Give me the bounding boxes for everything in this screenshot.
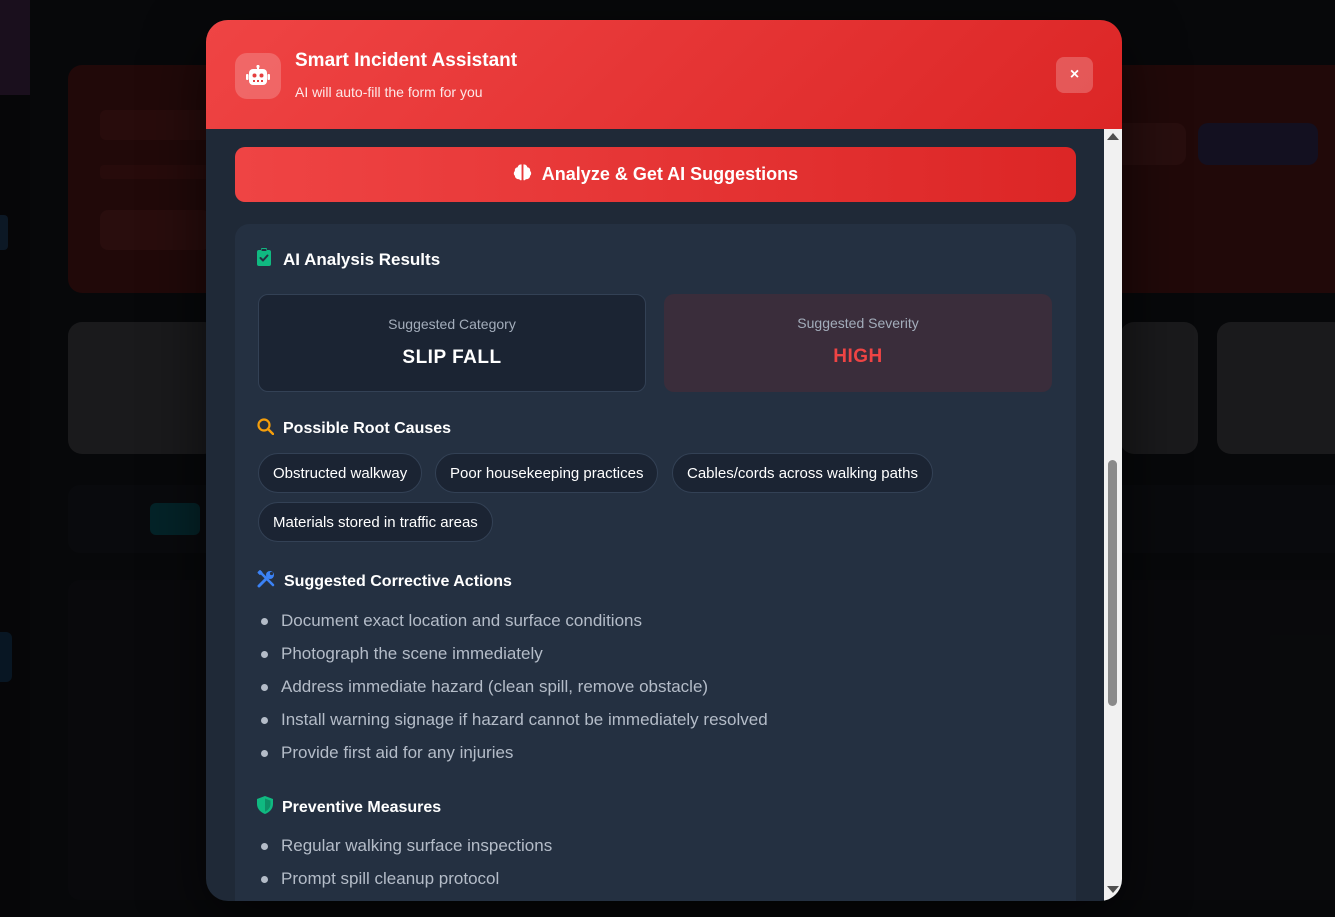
modal-subtitle: AI will auto-fill the form for you: [295, 84, 483, 100]
analyze-button-label: Analyze & Get AI Suggestions: [541, 164, 799, 184]
list-item: Prompt spill cleanup protocol: [258, 868, 552, 901]
close-button[interactable]: ×: [1056, 57, 1093, 93]
root-cause-chip: Materials stored in traffic areas: [258, 502, 493, 542]
corrective-actions-list: Document exact location and surface cond…: [258, 610, 768, 775]
tools-icon: [257, 570, 275, 593]
preventive-measures-title: Preventive Measures: [282, 798, 442, 816]
smart-incident-assistant-modal: Smart Incident Assistant AI will auto-fi…: [206, 20, 1122, 901]
scroll-up-arrow-icon[interactable]: [1107, 133, 1119, 140]
results-title: AI Analysis Results: [283, 249, 441, 269]
ai-analysis-results: AI Analysis Results Suggested Category S…: [235, 224, 1076, 901]
root-causes-title: Possible Root Causes: [283, 420, 452, 437]
modal-scrollbar[interactable]: [1104, 129, 1122, 901]
list-item: Photograph the scene immediately: [258, 643, 768, 676]
scrollbar-thumb[interactable]: [1108, 460, 1117, 706]
close-icon: ×: [1069, 66, 1080, 83]
list-item: Provide first aid for any injuries: [258, 742, 768, 775]
scroll-down-arrow-icon[interactable]: [1107, 886, 1119, 893]
corrective-actions-title: Suggested Corrective Actions: [284, 572, 512, 590]
corrective-actions-heading: Suggested Corrective Actions: [257, 570, 512, 593]
suggested-category-value: SLIP FALL: [402, 347, 502, 368]
suggested-severity-label: Suggested Severity: [797, 315, 919, 331]
suggested-severity-card: Suggested Severity HIGH: [664, 294, 1052, 392]
preventive-measures-heading: Preventive Measures: [257, 796, 441, 819]
modal-title: Smart Incident Assistant: [295, 50, 518, 71]
list-item: Document exact location and surface cond…: [258, 610, 768, 643]
list-item: Regular walking surface inspections: [258, 835, 552, 868]
modal-header: Smart Incident Assistant AI will auto-fi…: [206, 20, 1122, 129]
brain-icon: [513, 163, 532, 186]
root-cause-chip: Obstructed walkway: [258, 453, 423, 493]
analyze-button[interactable]: Analyze & Get AI Suggestions: [235, 147, 1076, 202]
clipboard-check-icon: [257, 248, 271, 271]
suggested-category-card: Suggested Category SLIP FALL: [258, 294, 646, 392]
search-icon: [257, 418, 275, 440]
shield-icon: [257, 796, 273, 819]
root-causes-heading: Possible Root Causes: [257, 418, 451, 440]
results-heading: AI Analysis Results: [257, 248, 440, 271]
suggested-category-label: Suggested Category: [388, 316, 516, 332]
root-cause-chip: Poor housekeeping practices: [435, 453, 659, 493]
root-cause-chip: Cables/cords across walking paths: [672, 453, 933, 493]
preventive-measures-list: Regular walking surface inspections Prom…: [258, 835, 552, 901]
list-item: Address immediate hazard (clean spill, r…: [258, 676, 768, 709]
list-item: Install warning signage if hazard cannot…: [258, 709, 768, 742]
robot-icon: [235, 53, 281, 99]
modal-body[interactable]: Analyze & Get AI Suggestions AI Analysis…: [206, 129, 1122, 901]
suggested-severity-value: HIGH: [833, 346, 883, 367]
